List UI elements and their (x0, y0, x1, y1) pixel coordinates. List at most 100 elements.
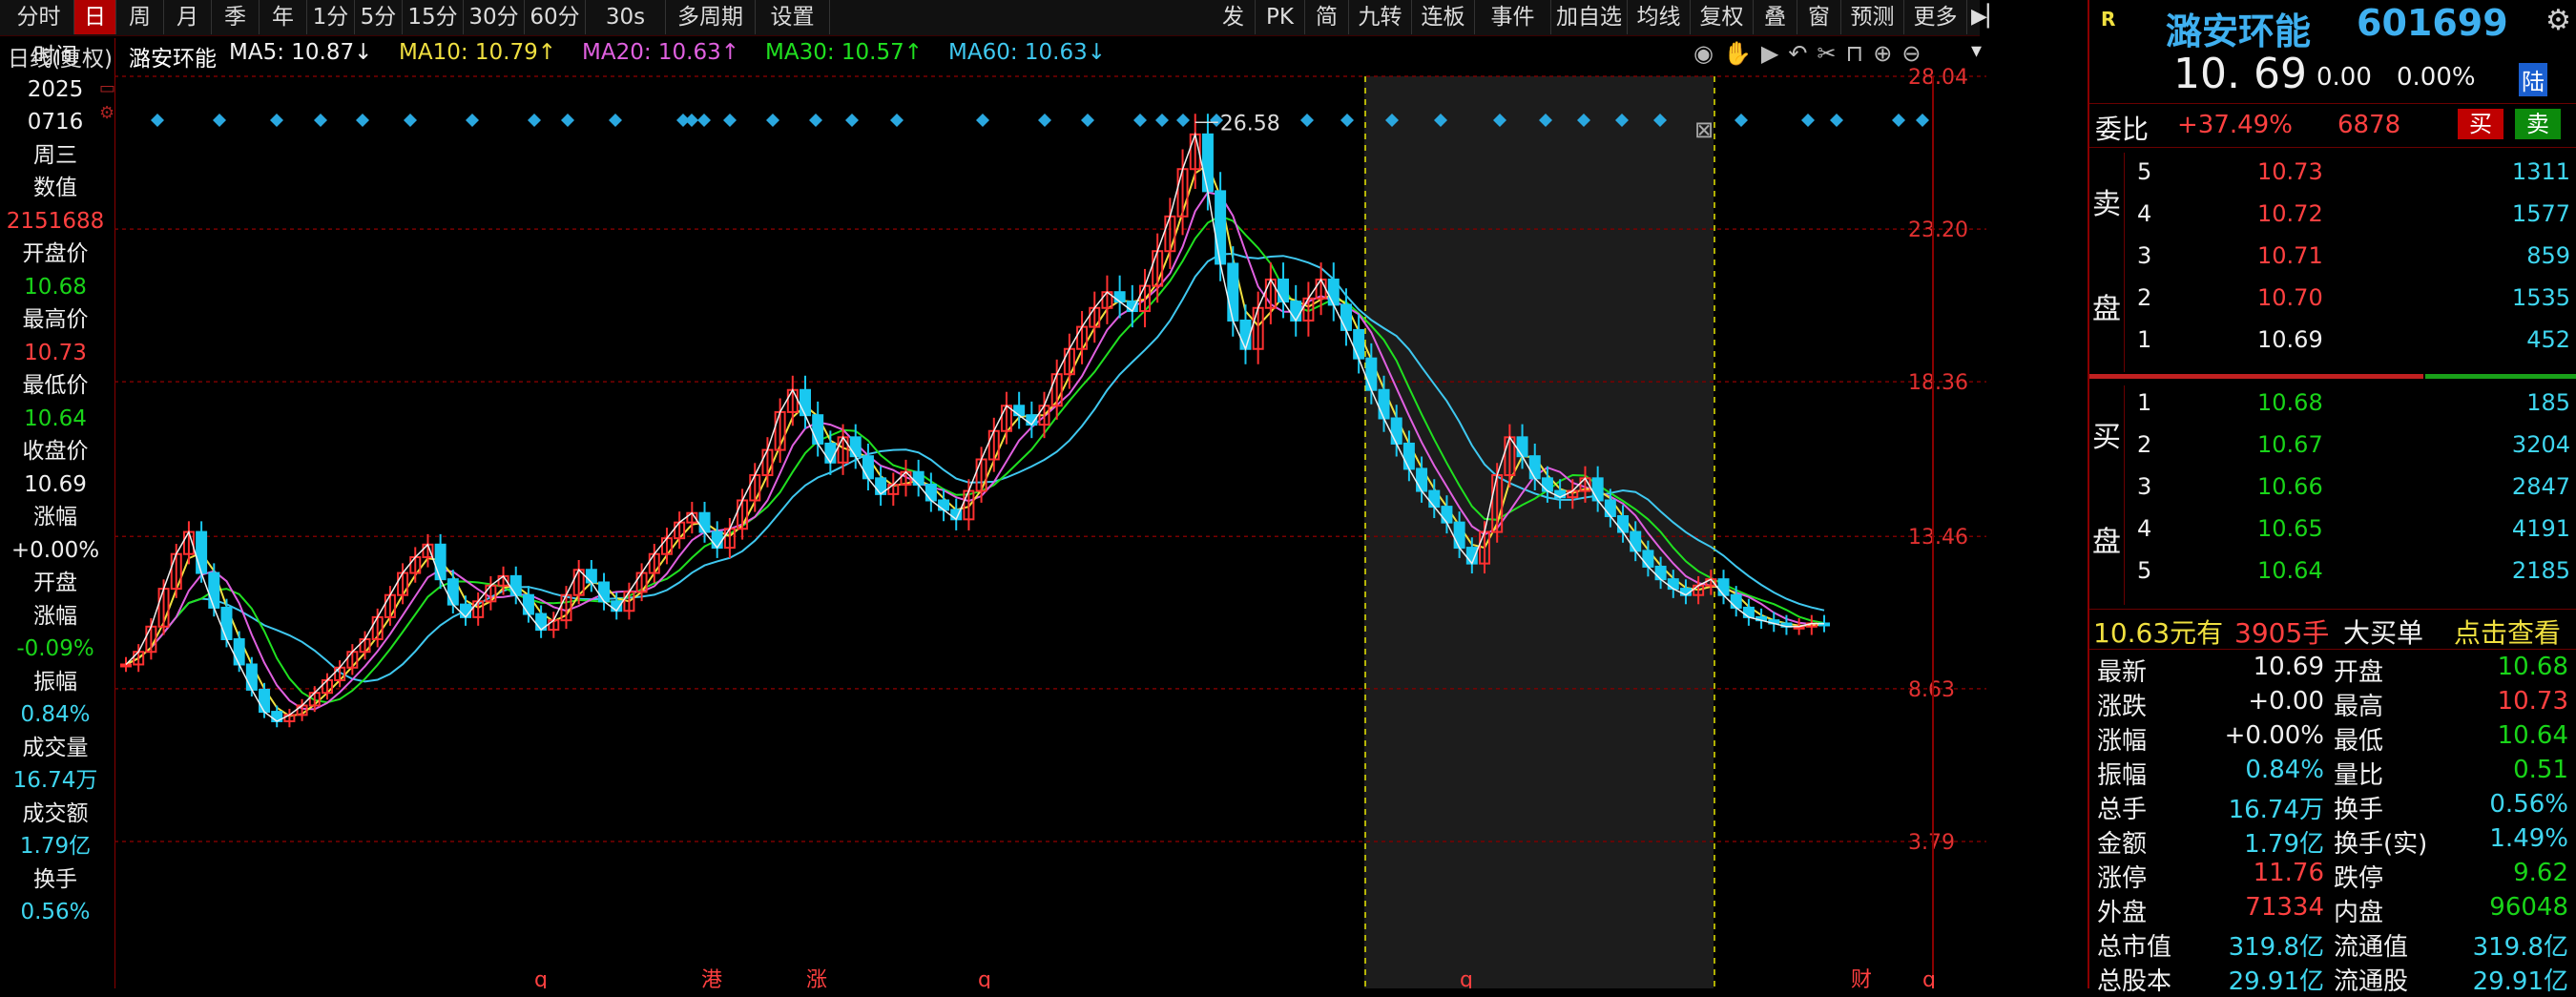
price-tick-label: 8.63 (1908, 678, 1955, 702)
settings-icon[interactable]: ⚙ (2545, 4, 2571, 37)
info-row: 涨幅 (33, 505, 77, 530)
candle-body (1239, 319, 1252, 350)
toggle-icon[interactable]: ▭ (99, 76, 115, 101)
period-tab-5[interactable]: 年 (260, 0, 307, 34)
info-row: 收盘价 (22, 439, 89, 464)
toolbar-action-12[interactable]: 更多 (1904, 0, 1967, 34)
period-tab-13[interactable]: 设置 (756, 0, 830, 34)
toolbar-action-7[interactable]: 均线 (1628, 0, 1691, 34)
bottom-event-marker: q (978, 968, 991, 988)
candle-body (259, 688, 271, 714)
toolbar-action-1[interactable]: PK (1256, 0, 1305, 34)
back-icon[interactable]: ▶▏ ▾ (1971, 0, 2004, 63)
period-tab-8[interactable]: 15分 (403, 0, 464, 34)
stat-label: 总股本 (2097, 967, 2172, 996)
candle-body (800, 388, 811, 417)
last-price: 10. 69 (2173, 50, 2307, 98)
toolbar-action-2[interactable]: 简 (1305, 0, 1349, 34)
stat-label: 流通值 (2334, 933, 2409, 962)
stat-label: 最高 (2334, 693, 2384, 721)
stat-label: 总手 (2097, 796, 2148, 824)
event-marker (1892, 114, 1905, 127)
info-row: 0.56% (20, 900, 91, 924)
event-marker (213, 114, 226, 127)
event-marker (528, 114, 541, 127)
period-tab-7[interactable]: 5分 (355, 0, 403, 34)
toolbar-action-3[interactable]: 九转 (1349, 0, 1412, 34)
candle-body (585, 569, 597, 584)
info-row: 振幅 (33, 669, 77, 695)
period-tab-11[interactable]: 30s (586, 0, 666, 34)
toolbar-action-10[interactable]: 窗 (1797, 0, 1841, 34)
gear-icon[interactable]: ⚙ (99, 101, 115, 126)
toolbar-action-11[interactable]: 预测 (1841, 0, 1904, 34)
candle-body (120, 663, 132, 668)
event-marker (561, 114, 574, 127)
event-marker (1038, 114, 1051, 127)
candle-body (245, 663, 258, 691)
ask-levels: 5 10.73 1311 4 10.72 1577 3 10.71 859 2 10.70 1535 1… (2089, 155, 2576, 374)
price-tick-label: 23.20 (1908, 218, 1968, 242)
info-row: 最高价 (22, 307, 89, 332)
candle-body (1453, 521, 1465, 550)
toolbar-action-6[interactable]: 加自选 (1551, 0, 1628, 34)
candle-body (196, 530, 208, 574)
stat-label: 流通股 (2334, 967, 2409, 996)
toolbar-action-9[interactable]: 叠 (1754, 0, 1797, 34)
period-tab-6[interactable]: 1分 (307, 0, 355, 34)
period-tab-10[interactable]: 60分 (525, 0, 586, 34)
period-tab-0[interactable]: 分时 (4, 0, 74, 34)
period-tab-9[interactable]: 30分 (464, 0, 525, 34)
bottom-event-marker: q (1922, 968, 1936, 988)
stat-row: 最新 10.69 开盘 10.68 (2097, 653, 2574, 687)
event-marker (404, 114, 417, 127)
volume: 2185 (2511, 557, 2570, 584)
candle-body (1730, 593, 1742, 609)
info-row: 10.64 (24, 405, 87, 431)
buy-button[interactable]: 买 (2458, 109, 2503, 139)
event-marker (1081, 114, 1094, 127)
big-order-row[interactable]: 10.63元有 3905手 大买单 点击查看 (2093, 613, 2574, 649)
candle-body (1378, 388, 1390, 420)
price: 10.64 (2257, 557, 2323, 584)
stat-value: 96048 (2489, 893, 2568, 922)
volume: 859 (2526, 242, 2570, 269)
toolbar-action-4[interactable]: 连板 (1412, 0, 1475, 34)
stat-value: +0.00% (2224, 721, 2324, 750)
period-tab-1[interactable]: 日 (74, 0, 116, 34)
candle-body (1717, 578, 1730, 596)
stat-row: 涨停 11.76 跌停 9.62 (2097, 859, 2574, 893)
weibi-pct: +37.49% (2177, 111, 2293, 139)
candle-body (1113, 291, 1126, 303)
period-tab-4[interactable]: 季 (212, 0, 260, 34)
bottom-event-marker: 涨 (806, 968, 827, 988)
candle-body (711, 530, 723, 550)
chart-side-tools[interactable]: ▭ ⚙ (99, 76, 115, 126)
candle-body (1541, 477, 1553, 492)
bottom-event-marker: 财 (1851, 968, 1872, 988)
close-range-icon[interactable]: ⊠ (1694, 116, 1714, 143)
price: 10.66 (2257, 473, 2323, 500)
kline-chart[interactable]: 28.04 23.20 18.36 13.46 8.63 3.79 ⊠ 26.58 q q 港 涨 q q… (114, 38, 1986, 988)
info-row: +0.00% (10, 537, 100, 563)
candle-body (1390, 417, 1402, 445)
period-tab-2[interactable]: 周 (116, 0, 164, 34)
candle-body (938, 499, 950, 511)
period-tab-12[interactable]: 多周期 (666, 0, 756, 34)
toolbar-action-8[interactable]: 复权 (1691, 0, 1754, 34)
toolbar-action-0[interactable]: 发 (1212, 0, 1256, 34)
candle-body (233, 638, 245, 666)
sell-button[interactable]: 卖 (2515, 109, 2561, 139)
volume: 4191 (2511, 515, 2570, 542)
period-tab-3[interactable]: 月 (164, 0, 212, 34)
toolbar-action-5[interactable]: 事件 (1475, 0, 1551, 34)
candle-body (1742, 606, 1755, 618)
event-marker (890, 114, 904, 127)
period-toolbar: 分时日周月季年 1分 5分 15分 30分 60分 30s 多周期 设置 发 PK 简九转 连板 事件 加自… (0, 0, 2004, 63)
info-row: 1.79亿 (19, 834, 92, 859)
candle-body (460, 603, 471, 618)
candle-body (1290, 301, 1302, 322)
price-tick-label: 28.04 (1908, 66, 1968, 90)
event-marker (270, 114, 283, 127)
stat-label: 换手(实) (2334, 830, 2428, 859)
